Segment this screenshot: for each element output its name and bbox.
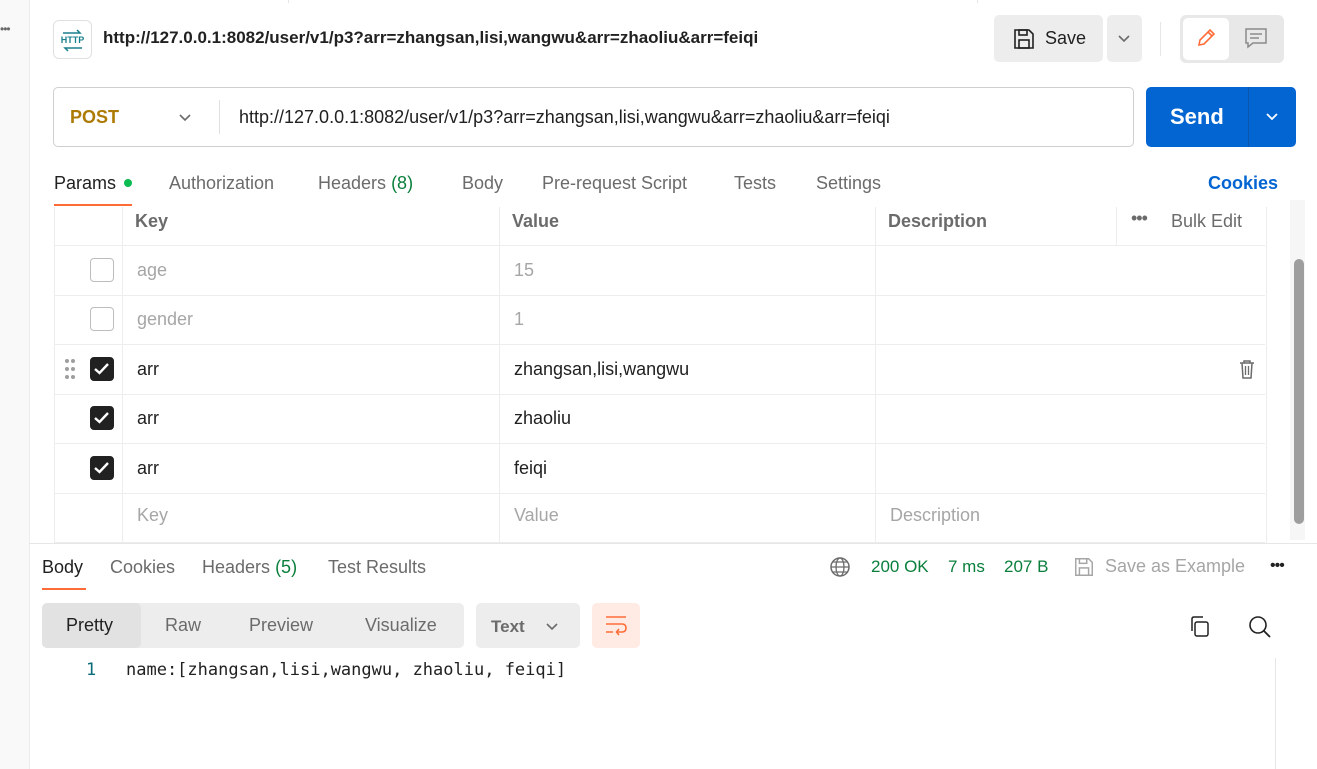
column-header-value: Value <box>512 211 560 231</box>
search-icon[interactable] <box>1247 614 1273 640</box>
response-body-line[interactable]: name:[zhangsan,lisi,wangwu, zhaoliu, fei… <box>126 660 566 680</box>
tab-settings[interactable]: Settings <box>816 173 881 194</box>
headers-count: (8) <box>391 173 414 193</box>
send-options-chevron-icon[interactable] <box>1265 110 1279 124</box>
more-options-icon[interactable]: ••• <box>1270 557 1285 575</box>
new-description-input[interactable]: Description <box>890 505 980 526</box>
new-value-input[interactable]: Value <box>514 505 559 526</box>
param-checkbox[interactable] <box>90 456 114 480</box>
tab-pre-request-script[interactable]: Pre-request Script <box>542 173 687 194</box>
param-value[interactable]: zhangsan,lisi,wangwu <box>514 359 689 380</box>
column-header-key: Key <box>135 211 169 231</box>
column-divider <box>1116 207 1117 245</box>
response-tab-headers[interactable]: Headers (5) <box>202 557 297 578</box>
param-value[interactable]: zhaoliu <box>514 408 571 429</box>
param-checkbox[interactable] <box>90 357 114 381</box>
more-icon[interactable]: ••• <box>0 22 11 36</box>
tab-tests[interactable]: Tests <box>734 173 776 194</box>
toolbar-divider <box>1160 22 1161 56</box>
param-value[interactable]: 15 <box>514 260 534 281</box>
row-divider <box>54 394 1265 395</box>
save-as-example-button[interactable]: Save as Example <box>1105 556 1245 577</box>
row-divider <box>54 295 1265 296</box>
status-code[interactable]: 200 OK <box>871 557 929 577</box>
param-key[interactable]: arr <box>137 458 159 479</box>
wrap-lines-button[interactable] <box>592 603 640 648</box>
wrap-lines-icon <box>606 616 627 636</box>
chevron-down-icon <box>546 623 558 631</box>
active-tab-indicator <box>54 204 132 206</box>
format-dropdown-label: Text <box>491 617 525 636</box>
param-checkbox[interactable] <box>90 258 114 282</box>
response-size[interactable]: 207 B <box>1004 557 1048 577</box>
view-mode-preview[interactable]: Preview <box>249 615 313 636</box>
tab-strip-edge <box>288 0 978 3</box>
save-button-label: Save <box>1045 28 1087 48</box>
row-divider <box>54 443 1265 444</box>
view-mode-visualize[interactable]: Visualize <box>365 615 437 636</box>
save-dropdown-button[interactable] <box>1107 15 1142 62</box>
response-tab-headers-label: Headers <box>202 557 271 577</box>
param-key[interactable]: arr <box>137 408 159 429</box>
response-tab-test-results[interactable]: Test Results <box>328 557 426 578</box>
param-checkbox[interactable] <box>90 307 114 331</box>
trash-icon[interactable] <box>1238 359 1256 379</box>
params-active-dot <box>124 179 132 187</box>
checkmark-icon <box>94 363 109 375</box>
cookies-link[interactable]: Cookies <box>1208 173 1278 194</box>
send-button-label: Send <box>1170 104 1224 129</box>
chevron-down-icon[interactable] <box>178 111 192 125</box>
param-checkbox[interactable] <box>90 406 114 430</box>
left-sidebar <box>0 0 30 769</box>
request-title[interactable]: http://127.0.0.1:8082/user/v1/p3?arr=zha… <box>103 28 758 48</box>
response-divider[interactable] <box>29 543 1317 544</box>
scrollbar-thumb[interactable] <box>1294 259 1304 524</box>
checkmark-icon <box>94 462 109 474</box>
param-value[interactable]: feiqi <box>514 458 547 479</box>
method-selector[interactable]: POST <box>70 107 119 128</box>
editor-scrollbar <box>1275 658 1276 769</box>
svg-text:HTTP: HTTP <box>61 35 85 45</box>
tab-authorization[interactable]: Authorization <box>169 173 274 194</box>
line-number: 1 <box>86 660 97 680</box>
drag-handle-icon[interactable] <box>64 358 76 380</box>
checkmark-icon <box>94 412 109 424</box>
response-time[interactable]: 7 ms <box>948 557 985 577</box>
send-divider <box>1248 87 1249 147</box>
save-example-icon <box>1075 558 1093 576</box>
tab-body[interactable]: Body <box>462 173 503 194</box>
chevron-down-icon <box>1118 35 1130 43</box>
view-mode-pretty[interactable]: Pretty <box>66 615 113 636</box>
new-key-input[interactable]: Key <box>137 505 168 526</box>
active-tab-indicator <box>42 588 86 590</box>
row-divider <box>54 493 1265 494</box>
response-tab-body[interactable]: Body <box>42 557 83 578</box>
tab-headers[interactable]: Headers (8) <box>318 173 413 194</box>
param-value[interactable]: 1 <box>514 309 524 330</box>
param-key[interactable]: gender <box>137 309 193 330</box>
param-key[interactable]: age <box>137 260 167 281</box>
pencil-icon <box>1197 28 1216 47</box>
bulk-edit-button[interactable]: Bulk Edit <box>1171 211 1242 232</box>
response-tab-cookies[interactable]: Cookies <box>110 557 175 578</box>
column-header-description: Description <box>888 211 988 231</box>
view-mode-raw[interactable]: Raw <box>165 615 201 636</box>
row-divider <box>54 344 1265 345</box>
url-divider <box>219 100 220 134</box>
copy-icon[interactable] <box>1188 615 1212 639</box>
save-icon <box>1014 29 1034 49</box>
tab-params[interactable]: Params <box>54 173 116 194</box>
row-divider <box>54 245 1265 246</box>
tab-headers-label: Headers <box>318 173 387 193</box>
url-input[interactable]: http://127.0.0.1:8082/user/v1/p3?arr=zha… <box>239 107 890 128</box>
param-key[interactable]: arr <box>137 359 159 380</box>
comment-icon[interactable] <box>1244 27 1268 49</box>
edit-mode-button[interactable] <box>1183 18 1229 60</box>
response-headers-count: (5) <box>275 557 298 577</box>
globe-icon[interactable] <box>829 556 851 578</box>
http-request-icon: HTTP <box>53 20 92 59</box>
more-options-icon[interactable]: ••• <box>1131 208 1148 229</box>
